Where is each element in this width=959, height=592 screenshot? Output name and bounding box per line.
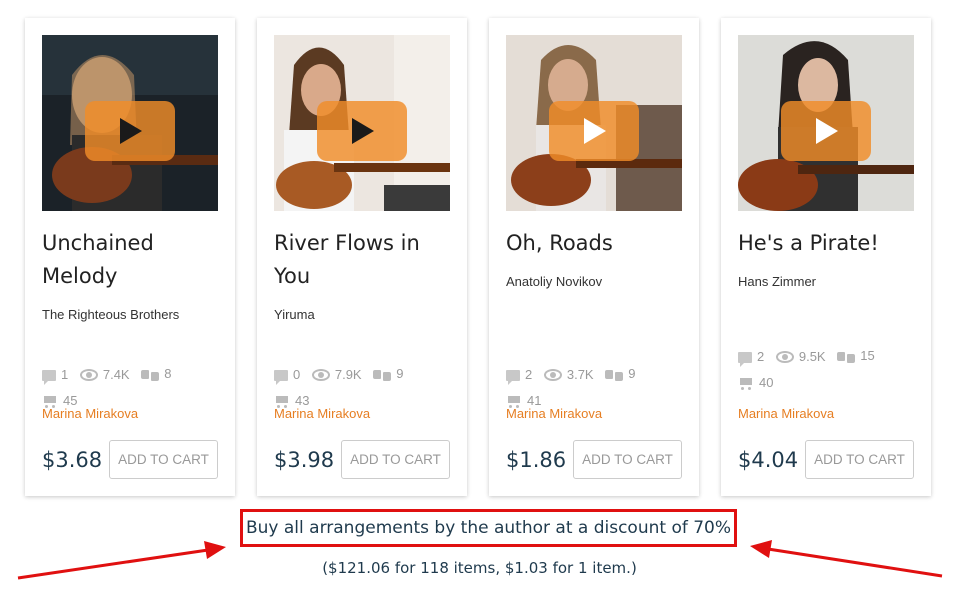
product-artist: The Righteous Brothers [42,307,180,322]
comment-count: 2 [525,367,533,382]
left-arrow-head [204,541,226,559]
product-card: River Flows in You Yiruma 0 7.9K 9 43 Ma… [257,18,467,496]
product-artist: Hans Zimmer [738,274,817,289]
eye-icon [311,368,330,381]
add-to-cart-button[interactable]: ADD TO CART [341,440,450,479]
add-to-cart-button[interactable]: ADD TO CART [573,440,682,479]
like-count: 9 [396,366,404,381]
comment-icon [506,369,520,385]
product-artist: Anatoliy Novikov [506,274,603,289]
product-stats: 2 9.5K 15 40 [738,344,921,398]
comment-icon [274,369,288,385]
view-count: 9.5K [798,348,826,364]
play-icon [120,118,142,144]
product-title[interactable]: Unchained Melody [42,227,218,293]
bundle-discount-link[interactable]: Buy all arrangements by the author at a … [240,509,737,547]
product-price: $1.86 [506,448,567,472]
play-icon [352,118,374,144]
add-to-cart-button[interactable]: ADD TO CART [109,440,218,479]
comment-count: 0 [293,367,301,382]
comment-icon [738,351,752,367]
play-button[interactable] [317,101,407,161]
product-price: $4.04 [738,448,799,472]
product-title[interactable]: River Flows in You [274,227,450,293]
eye-icon [543,368,562,381]
thumbs-icon [141,368,160,381]
like-count: 9 [628,366,636,381]
thumbs-icon [373,368,392,381]
video-thumbnail[interactable] [274,35,450,211]
video-thumbnail[interactable] [506,35,682,211]
purchase-count: 40 [759,374,774,390]
product-card: Oh, Roads Anatoliy Novikov 2 3.7K 9 41 M… [489,18,699,496]
comment-count: 2 [757,349,765,364]
comment-icon [42,369,56,385]
add-to-cart-button[interactable]: ADD TO CART [805,440,914,479]
right-arrow-head [750,540,772,558]
author-link[interactable]: Marina Mirakova [42,406,138,421]
product-grid: Unchained Melody The Righteous Brothers … [25,18,931,496]
play-icon [584,118,606,144]
cart-icon [738,376,754,390]
product-price: $3.68 [42,448,103,472]
comment-count: 1 [61,367,69,382]
product-price: $3.98 [274,448,335,472]
product-title[interactable]: Oh, Roads [506,227,682,260]
thumbs-icon [605,368,624,381]
play-button[interactable] [85,101,175,161]
product-card: Unchained Melody The Righteous Brothers … [25,18,235,496]
product-title[interactable]: He's a Pirate! [738,227,914,260]
like-count: 8 [164,366,172,381]
play-button[interactable] [781,101,871,161]
author-link[interactable]: Marina Mirakova [274,406,370,421]
thumbs-icon [837,350,856,363]
like-count: 15 [860,348,875,363]
eye-icon [79,368,98,381]
bundle-discount-details: ($121.06 for 118 items, $1.03 for 1 item… [322,559,637,577]
play-button[interactable] [549,101,639,161]
video-thumbnail[interactable] [738,35,914,211]
view-count: 3.7K [566,366,594,382]
video-thumbnail[interactable] [42,35,218,211]
product-artist: Yiruma [274,307,315,322]
view-count: 7.4K [102,366,130,382]
author-link[interactable]: Marina Mirakova [738,406,834,421]
play-icon [816,118,838,144]
author-link[interactable]: Marina Mirakova [506,406,602,421]
view-count: 7.9K [334,366,362,382]
eye-icon [775,350,794,363]
product-card: He's a Pirate! Hans Zimmer 2 9.5K 15 40 … [721,18,931,496]
